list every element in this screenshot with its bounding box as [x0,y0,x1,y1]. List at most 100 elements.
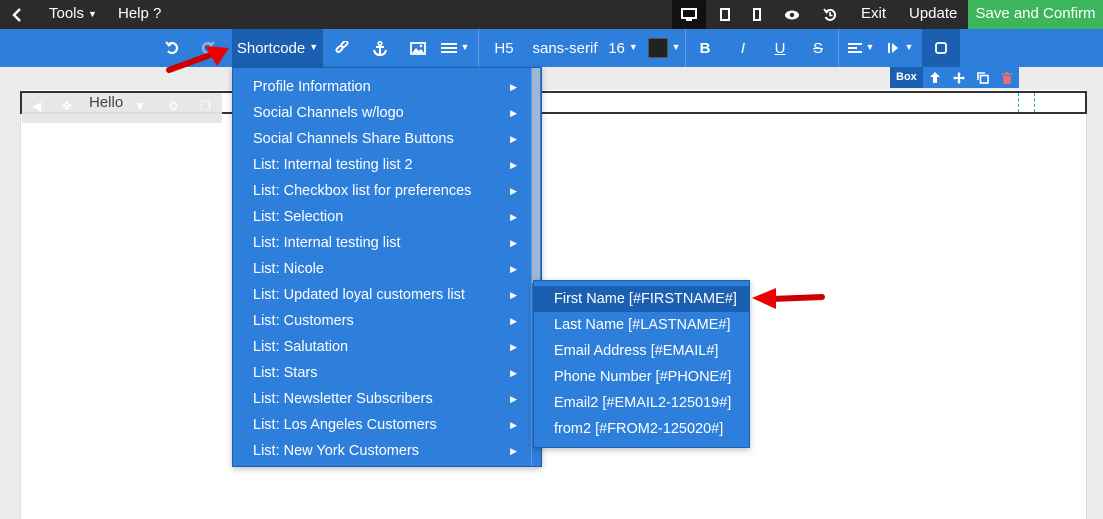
tablet-view-button[interactable] [708,0,742,29]
toolbar-divider [478,29,479,67]
caret-down-icon: ▼ [460,42,470,52]
caret-right-icon: ▶ [510,212,517,222]
mobile-view-button[interactable] [740,0,774,29]
caret-right-icon: ▶ [510,420,517,430]
shortcode-menu-item[interactable]: List: Internal testing list 2 ▶ [233,152,531,178]
shortcode-menu-item[interactable]: List: Internal testing list ▶ [233,230,531,256]
caret-right-icon: ▶ [510,368,517,378]
gear-icon[interactable]: ⚙ [168,99,179,113]
align-button[interactable]: ▼ [845,29,877,67]
heading-button[interactable]: H5 [490,29,518,67]
menu-item-label: Social Channels w/logo [253,105,404,121]
submenu-item[interactable]: from2 [#FROM2-125020#] [534,416,749,442]
arrow-up-icon [929,72,940,83]
italic-button[interactable]: I [730,29,756,67]
align-left-icon [847,43,862,53]
preview-button[interactable] [775,0,809,29]
list-button[interactable]: ▼ [439,29,471,67]
menu-item-label: List: Selection [253,209,344,225]
submenu-item[interactable]: Last Name [#LASTNAME#] [534,312,749,338]
shortcode-menu-item[interactable]: List: Salutation ▶ [233,334,531,360]
link-button[interactable] [329,29,355,67]
copy-button[interactable] [971,71,995,84]
caret-down-icon: ▼ [88,9,97,19]
move-up-button[interactable] [923,72,947,83]
toolbar-divider [685,29,686,67]
strikethrough-button[interactable]: S [805,29,831,67]
caret-right-icon: ▶ [510,290,517,300]
scrollbar-thumb[interactable] [532,68,540,283]
image-button[interactable] [405,29,431,67]
caret-down-icon: ▼ [628,42,638,52]
history-button[interactable] [813,0,847,29]
menu-item-label: List: Los Angeles Customers [253,417,437,433]
font-family-select[interactable]: sans-serif [532,29,598,67]
trash-icon [1001,71,1012,84]
text-direction-icon [887,43,898,53]
tools-menu[interactable]: Tools ▼ [49,0,97,29]
shortcode-menu-item[interactable]: List: Los Angeles Customers ▶ [233,412,531,438]
desktop-view-button[interactable] [672,0,706,29]
shortcode-menu-item[interactable]: List: Selection ▶ [233,204,531,230]
move-icon [952,71,965,84]
box-toolbar: Box [890,67,1019,88]
caret-down-icon: ▼ [309,42,319,52]
submenu-item[interactable]: Email2 [#EMAIL2-125019#] [534,390,749,416]
caret-right-icon: ▶ [510,316,517,326]
shortcode-menu-item[interactable]: List: Customers ▶ [233,308,531,334]
help-menu[interactable]: Help ? [118,0,161,29]
menu-item-label: List: Newsletter Subscribers [253,391,433,407]
shortcode-menu-item[interactable]: List: Stars ▶ [233,360,531,386]
caret-right-icon: ▶ [510,108,517,118]
annotation-arrow-icon [166,46,229,73]
shortcode-menu-item[interactable]: Social Channels w/logo ▶ [233,100,531,126]
text-color-picker[interactable]: ▼ [645,29,683,67]
square-icon [935,42,947,54]
move-button[interactable] [947,71,971,84]
arrow-left-icon[interactable]: ◀ [32,99,41,113]
bold-button[interactable]: B [692,29,718,67]
text-direction-button[interactable]: ▼ [884,29,916,67]
shortcode-button[interactable]: Shortcode ▼ [232,29,323,67]
column-guide [1034,93,1035,112]
submenu-item[interactable]: Email Address [#EMAIL#] [534,338,749,364]
move-icon[interactable]: ✥ [62,99,72,113]
delete-button[interactable] [995,71,1019,84]
menu-item-label: Profile Information [253,79,371,95]
tablet-icon [720,8,730,21]
image-icon [410,41,426,55]
box-button[interactable] [922,29,960,67]
submenu-item[interactable]: Phone Number [#PHONE#] [534,364,749,390]
shortcode-label: Shortcode [236,39,306,57]
back-button[interactable] [0,0,34,29]
update-button[interactable]: Update [909,0,957,29]
desktop-icon [681,7,697,21]
color-swatch [647,38,668,58]
exit-button[interactable]: Exit [861,0,886,29]
menu-item-label: List: Salutation [253,339,349,355]
shortcode-menu-item[interactable]: Social Channels Share Buttons ▶ [233,126,531,152]
submenu-item-highlighted[interactable]: First Name [#FIRSTNAME#] [534,286,749,312]
tools-label: Tools [49,5,85,22]
copy-icon [976,71,989,84]
shortcode-menu-item[interactable]: Profile Information ▶ [233,74,531,100]
shortcode-menu-item[interactable]: List: Newsletter Subscribers ▶ [233,386,531,412]
caret-right-icon: ▶ [510,342,517,352]
font-size-select[interactable]: 16 ▼ [606,29,640,67]
shortcode-menu-item[interactable]: List: Nicole ▶ [233,256,531,282]
caret-down-icon: ▼ [865,42,875,52]
copy-icon[interactable]: ❐ [200,99,211,113]
shortcode-menu-item[interactable]: List: Checkbox list for preferences ▶ [233,178,531,204]
caret-right-icon: ▶ [510,186,517,196]
underline-button[interactable]: U [767,29,793,67]
menu-item-label: List: Customers [253,313,354,329]
caret-right-icon: ▶ [510,446,517,456]
shortcode-menu-item[interactable]: List: New York Customers ▶ [233,438,531,464]
shortcode-menu-item[interactable]: List: Updated loyal customers list ▶ [233,282,531,308]
hello-text[interactable]: Hello [89,94,123,111]
anchor-icon [373,40,387,56]
save-confirm-button[interactable]: Save and Confirm [968,0,1103,29]
filter-icon[interactable]: ▼ [134,99,146,113]
history-icon [823,7,837,21]
anchor-button[interactable] [367,29,393,67]
